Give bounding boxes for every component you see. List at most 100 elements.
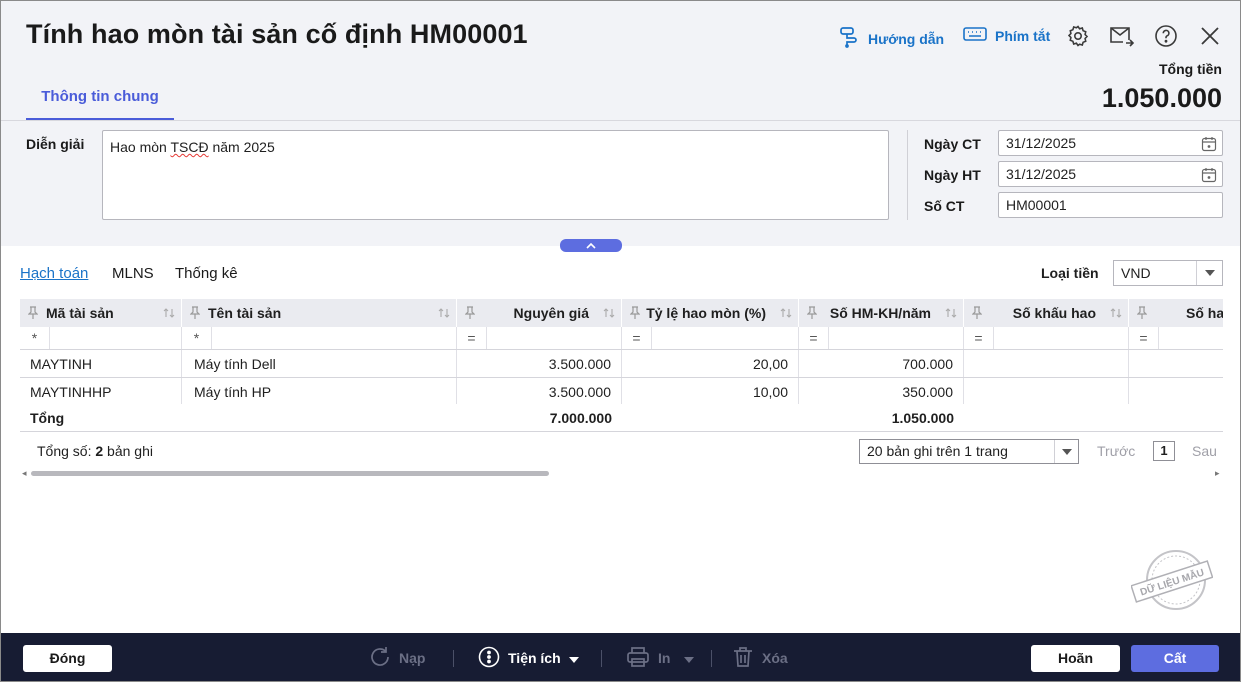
filter-cell[interactable]: =: [1129, 327, 1223, 349]
filter-operator[interactable]: =: [964, 327, 994, 349]
asset-name-cell[interactable]: Máy tính Dell: [182, 350, 457, 377]
scroll-right-icon[interactable]: ▸: [1215, 468, 1220, 479]
previous-page-button[interactable]: Trước: [1097, 443, 1135, 459]
print-button[interactable]: In: [626, 645, 695, 671]
shortcut-button[interactable]: Phím tắt: [963, 26, 1050, 45]
total-cell: 1: [1129, 404, 1223, 431]
column-header[interactable]: Mã tài sản: [20, 299, 182, 327]
close-button[interactable]: Đóng: [23, 645, 112, 672]
sort-icon[interactable]: [945, 306, 957, 322]
pin-icon[interactable]: [971, 306, 983, 323]
column-header[interactable]: Số ha: [1129, 299, 1223, 327]
filter-cell[interactable]: =: [964, 327, 1129, 349]
filter-cell[interactable]: *: [20, 327, 182, 349]
original-cost-cell[interactable]: 3.500.000: [457, 350, 622, 377]
column-header-label: Số HM-KH/năm: [829, 305, 931, 321]
depreciation-amount-cell[interactable]: [964, 350, 1129, 377]
tab-accounting[interactable]: Hạch toán: [20, 265, 88, 282]
voucher-no-field[interactable]: HM00001: [998, 192, 1223, 218]
column-header-label: Mã tài sản: [46, 305, 114, 321]
total-annual-depreciation: 1.050.000: [891, 409, 954, 426]
pin-icon[interactable]: [806, 306, 818, 323]
reload-label: Nạp: [399, 650, 426, 666]
table-row[interactable]: MAYTINH Máy tính Dell 3.500.000 20,00 70…: [20, 350, 1223, 378]
column-header[interactable]: Nguyên giá: [457, 299, 622, 327]
column-header-label: Nguyên giá: [513, 305, 589, 321]
tab-statistics[interactable]: Thống kê: [175, 265, 238, 282]
annual-depreciation-cell[interactable]: 350.000: [799, 378, 964, 405]
page-size-select[interactable]: 20 bản ghi trên 1 trang: [859, 439, 1079, 464]
next-page-button[interactable]: Sau: [1192, 443, 1217, 459]
posting-date-field[interactable]: 31/12/2025: [998, 161, 1223, 187]
delete-label: Xóa: [762, 650, 788, 666]
column-header[interactable]: Số khấu hao: [964, 299, 1129, 327]
close-icon[interactable]: [1197, 23, 1223, 49]
filter-operator[interactable]: =: [457, 327, 487, 349]
extra-cell[interactable]: [1129, 350, 1223, 377]
asset-name-cell[interactable]: Máy tính HP: [182, 378, 457, 405]
filter-cell[interactable]: =: [457, 327, 622, 349]
page-title: Tính hao mòn tài sản cố định HM00001: [26, 19, 528, 49]
column-header-label: Số khấu hao: [1012, 305, 1096, 321]
voucher-date-field[interactable]: 31/12/2025: [998, 130, 1223, 156]
depreciation-rate-cell[interactable]: 10,00: [622, 378, 799, 405]
mail-forward-icon[interactable]: [1109, 23, 1135, 49]
chevron-up-icon: [586, 242, 596, 249]
filter-cell[interactable]: =: [799, 327, 964, 349]
sort-icon[interactable]: [1110, 306, 1122, 322]
filter-operator[interactable]: =: [1129, 327, 1159, 349]
total-cell: [182, 404, 457, 431]
delete-button[interactable]: Xóa: [732, 645, 788, 671]
original-cost-cell[interactable]: 3.500.000: [457, 378, 622, 405]
column-header[interactable]: Tỷ lệ hao mòn (%): [622, 299, 799, 327]
asset-code-cell[interactable]: MAYTINH: [20, 350, 182, 377]
defer-button[interactable]: Hoãn: [1031, 645, 1120, 672]
currency-select[interactable]: VND: [1113, 260, 1223, 286]
column-header[interactable]: Số HM-KH/năm: [799, 299, 964, 327]
pin-icon[interactable]: [629, 306, 641, 323]
sort-icon[interactable]: [603, 306, 615, 322]
total-cell: [964, 404, 1129, 431]
save-button[interactable]: Cất: [1131, 645, 1219, 672]
depreciation-rate-cell[interactable]: 20,00: [622, 350, 799, 377]
filter-operator[interactable]: *: [182, 327, 212, 349]
filter-cell[interactable]: *: [182, 327, 457, 349]
pin-icon[interactable]: [1136, 306, 1148, 323]
column-header-label: Tên tài sản: [208, 305, 282, 321]
help-icon[interactable]: [1153, 23, 1179, 49]
extra-cell[interactable]: [1129, 378, 1223, 405]
keyboard-icon: [963, 26, 987, 45]
sort-icon[interactable]: [780, 306, 792, 322]
pin-icon[interactable]: [189, 306, 201, 323]
scroll-left-icon[interactable]: ◂: [22, 468, 27, 479]
column-header[interactable]: Tên tài sản: [182, 299, 457, 327]
annual-depreciation-cell[interactable]: 700.000: [799, 350, 964, 377]
table-row[interactable]: MAYTINHHP Máy tính HP 3.500.000 10,00 35…: [20, 378, 1223, 406]
total-row-label: Tổng: [30, 409, 65, 426]
filter-cell[interactable]: =: [622, 327, 799, 349]
tab-mlns[interactable]: MLNS: [112, 265, 154, 282]
pin-icon[interactable]: [464, 306, 476, 323]
horizontal-scrollbar[interactable]: [31, 471, 549, 476]
reload-button[interactable]: Nạp: [369, 645, 425, 671]
shortcut-label: Phím tắt: [995, 27, 1051, 44]
depreciation-amount-cell[interactable]: [964, 378, 1129, 405]
sort-icon[interactable]: [438, 306, 450, 322]
calendar-icon[interactable]: [1201, 135, 1217, 159]
utilities-label: Tiện ích: [508, 650, 561, 666]
description-field[interactable]: Hao mòn TSCĐ năm 2025: [102, 130, 889, 220]
calendar-icon[interactable]: [1201, 166, 1217, 190]
guide-button[interactable]: Hướng dẫn: [838, 26, 944, 51]
current-page[interactable]: 1: [1153, 441, 1175, 461]
trash-icon: [732, 646, 754, 671]
pin-icon[interactable]: [27, 306, 39, 323]
utilities-button[interactable]: Tiện ích: [478, 645, 579, 671]
asset-code-cell[interactable]: MAYTINHHP: [20, 378, 182, 405]
collapse-header-button[interactable]: [560, 239, 622, 252]
filter-operator[interactable]: =: [622, 327, 652, 349]
sort-icon[interactable]: [163, 306, 175, 322]
settings-icon[interactable]: [1065, 23, 1091, 49]
filter-operator[interactable]: *: [20, 327, 50, 349]
tab-general-info[interactable]: Thông tin chung: [26, 81, 174, 121]
filter-operator[interactable]: =: [799, 327, 829, 349]
